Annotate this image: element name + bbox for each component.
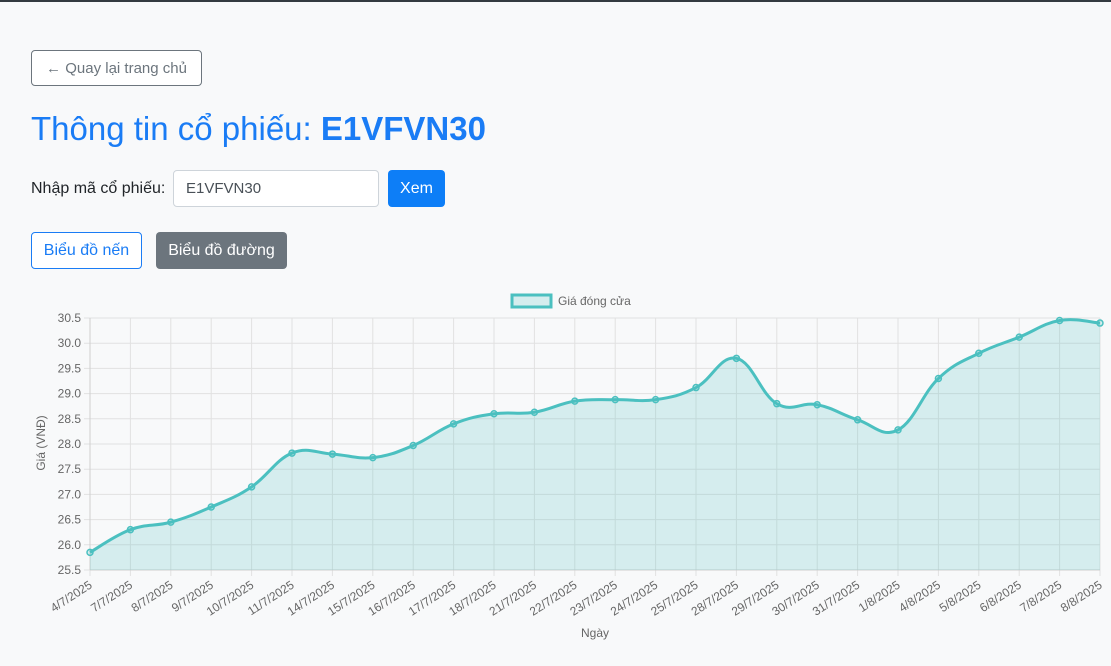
data-point[interactable] (773, 399, 781, 408)
data-point[interactable] (611, 395, 619, 404)
y-tick-label: 30.0 (58, 336, 82, 350)
y-tick-label: 29.5 (58, 361, 82, 375)
x-tick-label: 5/8/2025 (937, 578, 984, 615)
chart-legend[interactable]: Giá đóng cửa (510, 293, 631, 309)
data-point[interactable] (853, 416, 862, 424)
data-point[interactable] (651, 395, 660, 404)
x-tick-label: 6/8/2025 (977, 578, 1024, 615)
y-tick-label: 27.0 (58, 487, 82, 501)
data-point[interactable] (732, 354, 741, 363)
data-point[interactable] (692, 383, 700, 392)
y-tick-label: 26.0 (58, 538, 82, 552)
data-point[interactable] (1055, 316, 1064, 325)
y-axis-title: Giá (VNĐ) (34, 415, 48, 470)
data-point[interactable] (126, 525, 135, 534)
y-tick-label: 25.5 (58, 563, 82, 577)
price-line-chart: 25.5 26.0 26.5 27.0 27.5 28.0 28.5 29.0 29.5 30.0… (34, 293, 1105, 640)
data-point[interactable] (247, 483, 256, 491)
data-point[interactable] (975, 349, 983, 358)
legend-swatch (510, 293, 553, 309)
data-point[interactable] (409, 441, 417, 450)
data-point[interactable] (167, 518, 175, 526)
data-point[interactable] (288, 449, 296, 457)
x-axis-title: Ngày (581, 626, 609, 640)
series-area-fill (90, 319, 1100, 570)
x-tick-label: 4/7/2025 (48, 578, 95, 615)
x-tick-label: 7/7/2025 (88, 578, 135, 615)
x-tick-label: 1/8/2025 (856, 578, 903, 615)
data-point[interactable] (207, 503, 215, 511)
data-point[interactable] (328, 450, 337, 458)
data-point[interactable] (369, 453, 377, 462)
data-point[interactable] (449, 420, 458, 428)
x-tick-label: 8/8/2025 (1058, 578, 1105, 615)
x-tick-label: 7/8/2025 (1017, 578, 1064, 615)
y-tick-label: 29.0 (58, 387, 82, 401)
data-point[interactable] (1015, 333, 1023, 341)
data-point[interactable] (813, 400, 821, 409)
x-tick-label: 4/8/2025 (896, 578, 943, 615)
y-tick-label: 27.5 (58, 462, 82, 476)
data-point[interactable] (530, 408, 539, 416)
legend-label: Giá đóng cửa (558, 294, 631, 308)
x-tick-label: 8/7/2025 (129, 578, 176, 615)
data-point[interactable] (571, 397, 579, 405)
data-point[interactable] (1096, 319, 1104, 327)
y-tick-label: 28.0 (58, 437, 82, 451)
data-point[interactable] (86, 548, 94, 557)
y-tick-label: 28.5 (58, 412, 82, 426)
data-point[interactable] (490, 410, 498, 418)
data-point[interactable] (894, 426, 902, 434)
data-point[interactable] (934, 374, 943, 383)
y-tick-label: 30.5 (58, 311, 82, 325)
y-tick-label: 26.5 (58, 513, 82, 527)
